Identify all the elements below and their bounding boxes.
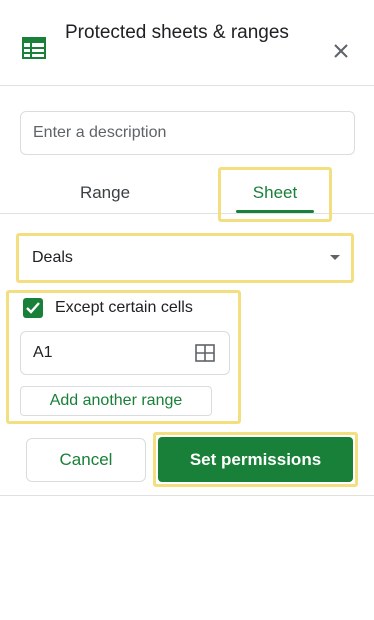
range-field[interactable]: A1 [20,331,230,375]
dropdown-arrow-icon [330,255,340,260]
set-permissions-button[interactable]: Set permissions [158,437,353,482]
panel-header: Protected sheets & ranges [0,0,374,86]
description-input[interactable] [20,111,355,155]
sheet-select-value: Deals [32,249,73,266]
add-another-range-button[interactable]: Add another range [20,386,212,416]
tabs-divider [0,213,374,214]
cancel-button[interactable]: Cancel [26,438,146,482]
footer-divider [0,495,374,496]
panel-title: Protected sheets & ranges [65,22,289,43]
tab-range[interactable]: Range [40,170,170,216]
grid-select-icon[interactable] [195,344,215,362]
close-icon[interactable] [330,40,352,62]
sheet-select[interactable]: Deals [20,237,350,279]
google-sheets-icon [22,37,46,59]
except-cells-label: Except certain cells [55,299,193,316]
except-cells-checkbox[interactable] [23,298,43,318]
range-value: A1 [33,344,53,361]
